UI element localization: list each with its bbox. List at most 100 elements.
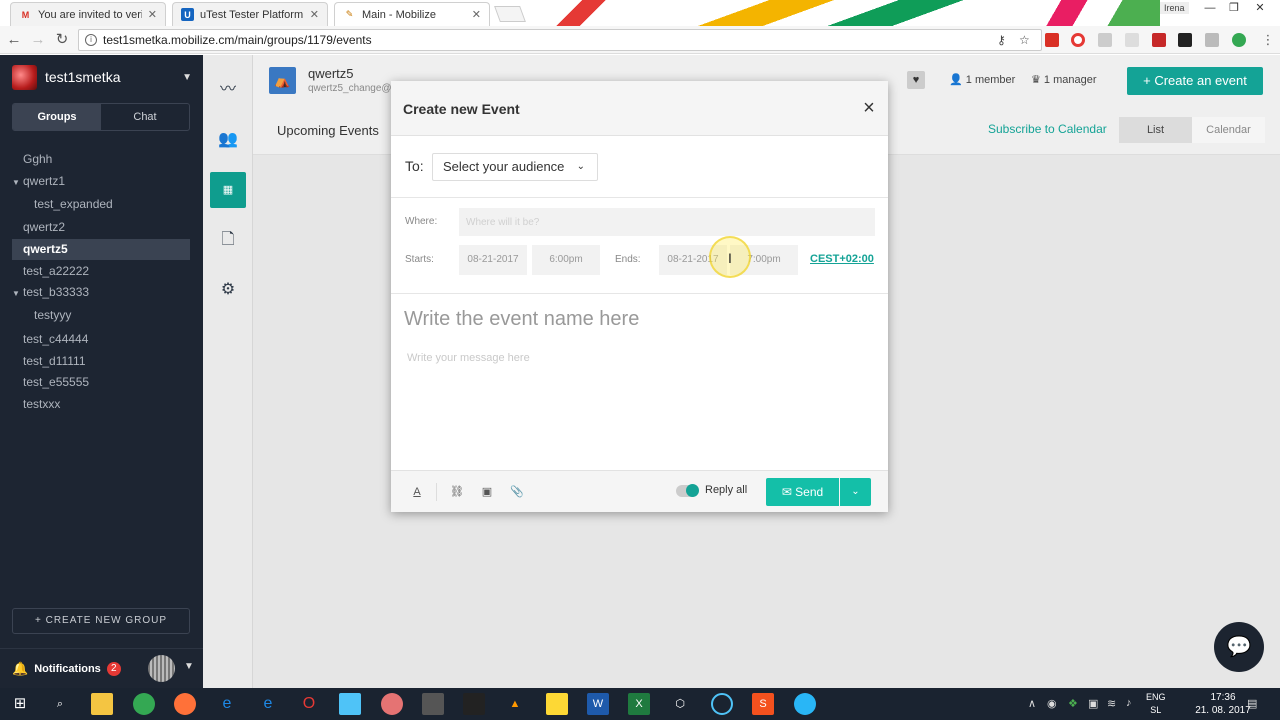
calendar-icon[interactable]: ▦ [210,172,246,208]
windows-start-icon[interactable]: ⊞ [9,693,31,715]
sticky-notes-icon[interactable] [546,693,568,715]
org-switcher[interactable]: test1smetka ▼ [12,64,192,90]
tray-icon[interactable]: ◉ [1047,697,1057,710]
sidebar-group-item[interactable]: test_e55555 [12,372,190,393]
image-icon[interactable]: ▣ [479,484,495,500]
edge-icon[interactable]: e [257,693,279,715]
view-calendar-tab[interactable]: Calendar [1192,117,1265,143]
menu-dots-icon[interactable]: ⋮ [1258,30,1278,50]
package-icon[interactable]: ⬡ [669,693,691,715]
sidebar-group-item[interactable]: qwertz2 [12,217,190,238]
attachment-icon[interactable]: 📎 [509,484,525,500]
tab-chat[interactable]: Chat [101,104,189,130]
opera-extension-icon[interactable] [1071,33,1085,47]
recording-icon[interactable] [711,693,733,715]
audience-select[interactable]: Select your audience ⌄ [432,153,598,181]
forward-icon[interactable]: → [28,30,48,50]
sidebar-group-item[interactable]: test_a22222 [12,261,190,282]
browser-tab-utest[interactable]: U uTest Tester Platform ✕ [172,2,328,26]
address-bar[interactable]: i test1smetka.mobilize.cm/main/groups/11… [78,29,1042,51]
send-button[interactable]: ✉ Send [766,478,839,506]
close-tab-icon[interactable]: ✕ [148,8,157,21]
grammarly-extension-icon[interactable] [1232,33,1246,47]
extension-icon[interactable] [1098,33,1112,47]
avatar[interactable] [148,655,175,682]
key-icon[interactable]: ⚷ [997,33,1011,47]
gear-icon[interactable]: ⚙ [210,272,246,308]
extension-icon[interactable] [1152,33,1166,47]
sidebar-group-item-selected[interactable]: qwertz5 [12,239,190,260]
wifi-icon[interactable]: ≋ [1107,697,1116,710]
star-icon[interactable]: ☆ [1019,33,1033,47]
search-icon[interactable]: ⌕ [49,693,71,715]
sidebar-subgroup-item[interactable]: testyyy [12,305,190,326]
sidebar-group-item[interactable]: test_c44444 [12,329,190,350]
notification-center-icon[interactable]: ▤ [1247,697,1257,710]
send-options-chevron-icon[interactable]: ⌄ [840,478,871,506]
link-icon[interactable]: ⛓ [449,484,465,500]
text-format-icon[interactable]: A [409,484,425,500]
chrome-icon[interactable] [133,693,155,715]
caret-down-icon[interactable]: ▼ [12,172,23,193]
event-message-input[interactable]: Write your message here [407,352,530,364]
sidebar-subgroup-item[interactable]: test_expanded [12,194,190,215]
document-icon[interactable]: 🗋 [210,222,246,258]
members-icon[interactable]: 👥 [210,122,246,158]
file-explorer-icon[interactable] [91,693,113,715]
members-count[interactable]: 👤 1 member [949,73,1015,86]
caret-down-icon[interactable]: ▼ [12,283,23,304]
reload-icon[interactable]: ↻ [52,30,72,50]
chevron-down-icon[interactable]: ▼ [184,661,194,672]
sidebar-group-item[interactable]: Gghh [12,149,190,170]
extension-icon[interactable] [1125,33,1139,47]
vlc-icon[interactable]: ▲ [504,693,526,715]
excel-icon[interactable]: X [628,693,650,715]
app-icon[interactable] [339,693,361,715]
sidebar-group-item[interactable]: testxxx [12,394,190,415]
managers-count[interactable]: ♛ 1 manager [1031,73,1097,86]
tray-icon[interactable]: ❖ [1068,697,1078,710]
close-tab-icon[interactable]: ✕ [472,8,481,21]
sidebar-group-item[interactable]: test_d11111 [12,351,190,372]
gmail-extension-icon[interactable] [1045,33,1059,47]
activity-icon[interactable]: 〰 [210,72,246,108]
checkmark-extension-icon[interactable] [1178,33,1192,47]
tab-groups[interactable]: Groups [13,104,101,130]
subscribe-calendar-link[interactable]: Subscribe to Calendar [988,122,1107,136]
browser-tab-mobilize[interactable]: ✎ Main - Mobilize ✕ [334,2,490,26]
heart-icon[interactable]: ♥ [907,71,925,89]
browser-profile[interactable]: Irena [1160,2,1189,14]
tray-icon[interactable]: ▣ [1088,697,1098,710]
app-icon[interactable] [381,693,403,715]
calculator-icon[interactable] [422,693,444,715]
pen-extension-icon[interactable] [1205,33,1219,47]
chat-bubble-icon[interactable]: 💬 [1214,622,1264,672]
browser-tab-gmail[interactable]: M You are invited to verify t ✕ [10,2,166,26]
back-icon[interactable]: ← [4,30,24,50]
minimize-icon[interactable]: — [1198,0,1222,16]
firefox-icon[interactable] [174,693,196,715]
close-icon[interactable]: × [859,98,879,118]
info-icon[interactable]: i [85,34,97,46]
app-icon[interactable] [794,693,816,715]
opera-icon[interactable]: O [298,693,320,715]
language-indicator[interactable]: ENG SL [1146,691,1166,717]
upcoming-events-dropdown[interactable]: Upcoming Events [277,123,379,138]
timezone-link[interactable]: CEST+02:00 [810,253,874,265]
start-time-field[interactable]: 6:00pm [532,245,600,275]
create-new-group-button[interactable]: + CREATE NEW GROUP [12,608,190,634]
event-name-input[interactable]: Write the event name here [404,308,874,331]
view-list-tab[interactable]: List [1119,117,1192,143]
chevron-up-icon[interactable]: ∧ [1028,697,1036,710]
create-event-button[interactable]: + Create an event [1127,67,1263,95]
ie-icon[interactable]: e [216,693,238,715]
terminal-icon[interactable] [463,693,485,715]
where-input[interactable] [459,208,875,236]
sidebar-group-item[interactable]: ▼ test_b33333 [12,282,190,303]
start-date-field[interactable]: 08-21-2017 [459,245,527,275]
app-icon[interactable]: S [752,693,774,715]
volume-icon[interactable]: ♪ [1126,697,1132,709]
word-icon[interactable]: W [587,693,609,715]
new-tab-button[interactable] [494,6,526,22]
close-tab-icon[interactable]: ✕ [310,8,319,21]
